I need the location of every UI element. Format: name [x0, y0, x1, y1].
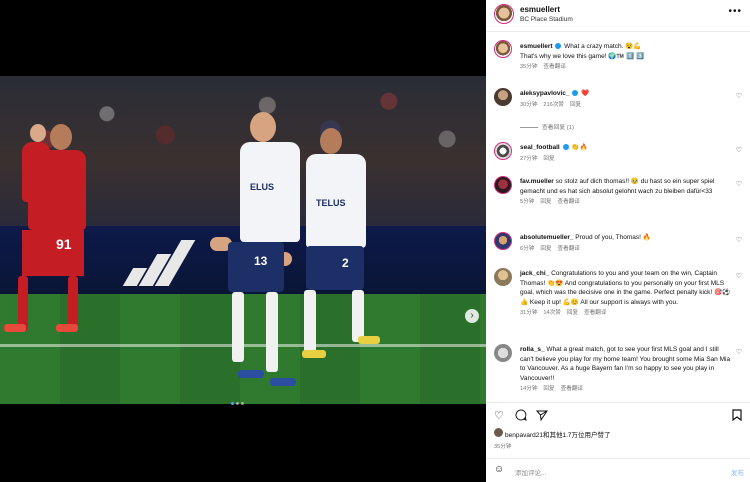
comment-time: 6分钟 [520, 245, 535, 252]
player-celebrating: ELUS 13 [210, 112, 310, 392]
comment-time: 5分钟 [520, 199, 535, 205]
commenter-username[interactable]: seal_football [520, 144, 560, 151]
comment-text: Proud of you, Thomas! 🔥 [575, 234, 651, 241]
verified-icon [572, 90, 579, 97]
comment-composer: ☺ 添加评论... 发布 [486, 458, 750, 482]
reply-button[interactable]: 回复 [570, 102, 581, 108]
commenter-username[interactable]: jack_chi_ [520, 270, 549, 277]
player-teammate: TELUS 2 [300, 128, 380, 368]
commenter-avatar[interactable] [494, 344, 512, 362]
translate-link[interactable]: 查看翻译 [558, 246, 580, 252]
share-icon[interactable] [535, 409, 548, 424]
comment-text: ❤️ [581, 90, 590, 97]
post-comment-button[interactable]: 发布 [731, 467, 744, 477]
verified-icon [555, 43, 562, 50]
carousel-dot [236, 402, 239, 405]
commenter-avatar[interactable] [494, 232, 512, 250]
carousel-dot-active [231, 402, 234, 405]
comment-likes[interactable]: 14次赞 [543, 310, 560, 316]
translate-link[interactable]: 查看翻译 [558, 199, 580, 205]
commenter-avatar[interactable] [494, 268, 512, 286]
caption-text-line2: That's why we love this game! 🌍™️ 1️⃣ 3️… [520, 52, 645, 60]
reply-button[interactable]: 回复 [540, 246, 551, 252]
post-time: 35分钟 [494, 444, 512, 450]
author-avatar[interactable] [494, 4, 514, 24]
caption-time: 35分钟 [520, 64, 538, 70]
verified-icon [562, 144, 569, 151]
caption-avatar[interactable] [494, 40, 512, 58]
comment-input[interactable]: 添加评论... [515, 467, 546, 477]
instagram-post-modal: 91 ELUS 13 TELUS 2 › esmuellert BC Place… [0, 0, 750, 482]
comments-list[interactable]: esmuellert What a crazy match. 😵💪 That's… [486, 36, 750, 400]
commenter-username[interactable]: absolutemueller_ [520, 234, 573, 241]
media-panel: 91 ELUS 13 TELUS 2 › [0, 0, 486, 482]
comment-likes[interactable]: 216次赞 [543, 102, 564, 108]
comment-time: 30分钟 [520, 101, 538, 108]
carousel-indicator [231, 392, 246, 410]
heart-icon[interactable]: ♡ [736, 272, 742, 280]
jersey-sponsor-right: TELUS [316, 198, 346, 208]
post-header: esmuellert BC Place Stadium ••• [486, 0, 750, 32]
heart-icon[interactable]: ♡ [736, 348, 742, 356]
commenter-avatar[interactable] [494, 142, 512, 160]
jersey-number-center: 13 [254, 254, 268, 268]
commenter-avatar[interactable] [494, 88, 512, 106]
commenter-username[interactable]: rolla_s_ [520, 346, 545, 353]
comment-icon[interactable] [515, 409, 527, 424]
heart-icon[interactable]: ♡ [736, 180, 742, 188]
heart-icon[interactable]: ♡ [494, 409, 504, 422]
reply-button[interactable]: 回复 [543, 156, 554, 162]
jersey-number-red: 91 [56, 236, 72, 252]
translate-link[interactable]: 查看翻译 [561, 386, 583, 392]
liker-avatar[interactable] [494, 428, 503, 437]
post-photo[interactable]: 91 ELUS 13 TELUS 2 › [0, 76, 486, 404]
carousel-dot [241, 402, 244, 405]
comment-text: 👏🔥 [571, 144, 588, 151]
commenter-username[interactable]: fav.mueller [520, 178, 554, 185]
comment-time: 14分钟 [520, 386, 538, 392]
emoji-icon[interactable]: ☺ [494, 464, 504, 475]
heart-icon[interactable]: ♡ [736, 236, 742, 244]
caption-username[interactable]: esmuellert [520, 43, 553, 50]
translate-link[interactable]: 查看翻译 [584, 310, 606, 316]
post-location[interactable]: BC Place Stadium [520, 16, 573, 23]
author-username[interactable]: esmuellert [520, 5, 560, 14]
commenter-username[interactable]: aleksypavlovic_ [520, 90, 570, 97]
comment-text: What a great match, got to see your firs… [520, 346, 731, 382]
comment-time: 31分钟 [520, 310, 538, 316]
likes-text: benpavard21和其他1.7万位用户赞了 [505, 432, 611, 439]
more-icon[interactable]: ••• [728, 6, 742, 17]
comment-text: Congratulations to you and your team on … [520, 270, 731, 306]
view-replies-link[interactable]: 查看回复 (1) [520, 122, 574, 131]
translate-link[interactable]: 查看翻译 [543, 64, 565, 70]
heart-icon[interactable]: ♡ [736, 146, 742, 154]
caption-text-line1: What a crazy match. 😵💪 [564, 43, 642, 50]
comment-time: 27分钟 [520, 155, 538, 162]
reply-button[interactable]: 回复 [567, 310, 578, 316]
jersey-number-right: 2 [342, 256, 349, 270]
chevron-right-icon[interactable]: › [465, 309, 479, 323]
adidas-logo [120, 236, 196, 286]
jersey-sponsor-center: ELUS [250, 182, 275, 192]
comments-panel: esmuellert BC Place Stadium ••• esmuelle… [486, 0, 750, 482]
player-red: 91 [4, 124, 94, 364]
bookmark-icon[interactable] [732, 409, 742, 424]
heart-icon[interactable]: ♡ [736, 92, 742, 100]
view-replies-label: 查看回复 (1) [542, 125, 574, 131]
commenter-avatar[interactable] [494, 176, 512, 194]
reply-button[interactable]: 回复 [540, 199, 551, 205]
action-bar: ♡ [486, 402, 750, 426]
reply-button[interactable]: 回复 [543, 386, 554, 392]
